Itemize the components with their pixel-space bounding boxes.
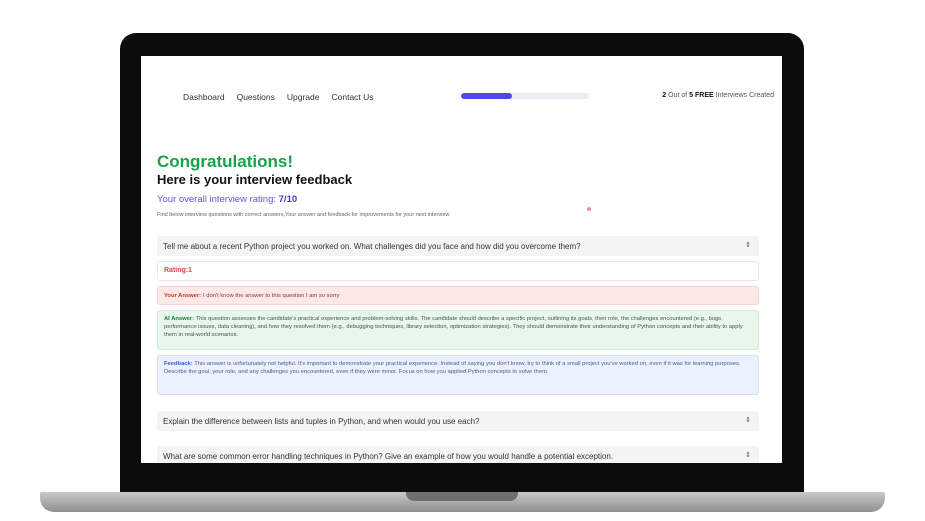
overall-rating: Your overall interview rating: 7/10 [157,194,297,205]
app-screen: Dashboard Questions Upgrade Contact Us 2… [141,56,782,463]
chevron-up-down-icon: ⇕ [745,417,751,424]
your-answer-label: Your Answer: [164,292,202,299]
overall-rating-label: Your overall interview rating: [157,194,276,205]
nav-dashboard[interactable]: Dashboard [183,92,225,102]
interview-counter: 2 Out of 5 FREE Interviews Created [662,92,774,99]
top-nav: Dashboard Questions Upgrade Contact Us [183,92,374,102]
rating-label: Rating: [164,267,189,274]
rating-value: 1 [188,267,193,274]
page-title: Here is your interview feedback [157,172,353,187]
ai-answer-label: AI Answer: [164,316,195,322]
usage-progress-bar [461,93,589,99]
usage-progress-fill [461,93,513,99]
counter-middle: Out of [668,92,688,99]
feedback-box: Feedback: This answer is unfortunately n… [157,355,759,395]
congrats-title: Congratulations! [157,152,293,171]
feedback-label: Feedback: [164,361,193,367]
laptop-notch [406,492,518,501]
question-row[interactable]: Tell me about a recent Python project yo… [157,236,759,256]
your-answer-text: I don't know the answer to this question… [203,292,340,299]
nav-questions[interactable]: Questions [237,92,275,102]
question-text: Explain the difference between lists and… [163,416,480,426]
nav-contact-us[interactable]: Contact Us [331,92,373,102]
question-text: What are some common error handling tech… [163,451,614,461]
ai-answer-box: AI Answer: This question assesses the ca… [157,310,759,350]
question-rating: Rating: 1 [157,261,759,281]
overall-rating-value: 7/10 [278,194,298,205]
question-row[interactable]: Explain the difference between lists and… [157,411,759,431]
question-text: Tell me about a recent Python project yo… [163,241,581,251]
counter-count: 2 [662,92,667,99]
page-subtitle: Find below interview questions with corr… [157,212,450,218]
chevron-up-down-icon: ⇕ [745,242,751,249]
your-answer-box: Your Answer: I don't know the answer to … [157,286,759,305]
counter-free: 5 FREE [689,92,714,99]
counter-suffix: Interviews Created [715,92,774,99]
chevron-up-down-icon: ⇕ [745,452,751,459]
nav-upgrade[interactable]: Upgrade [287,92,320,102]
question-row[interactable]: What are some common error handling tech… [157,446,759,463]
decorative-dot [587,207,591,211]
ai-answer-text: This question assesses the candidate's p… [164,316,743,338]
feedback-text: This answer is unfortunately not helpful… [164,361,741,375]
